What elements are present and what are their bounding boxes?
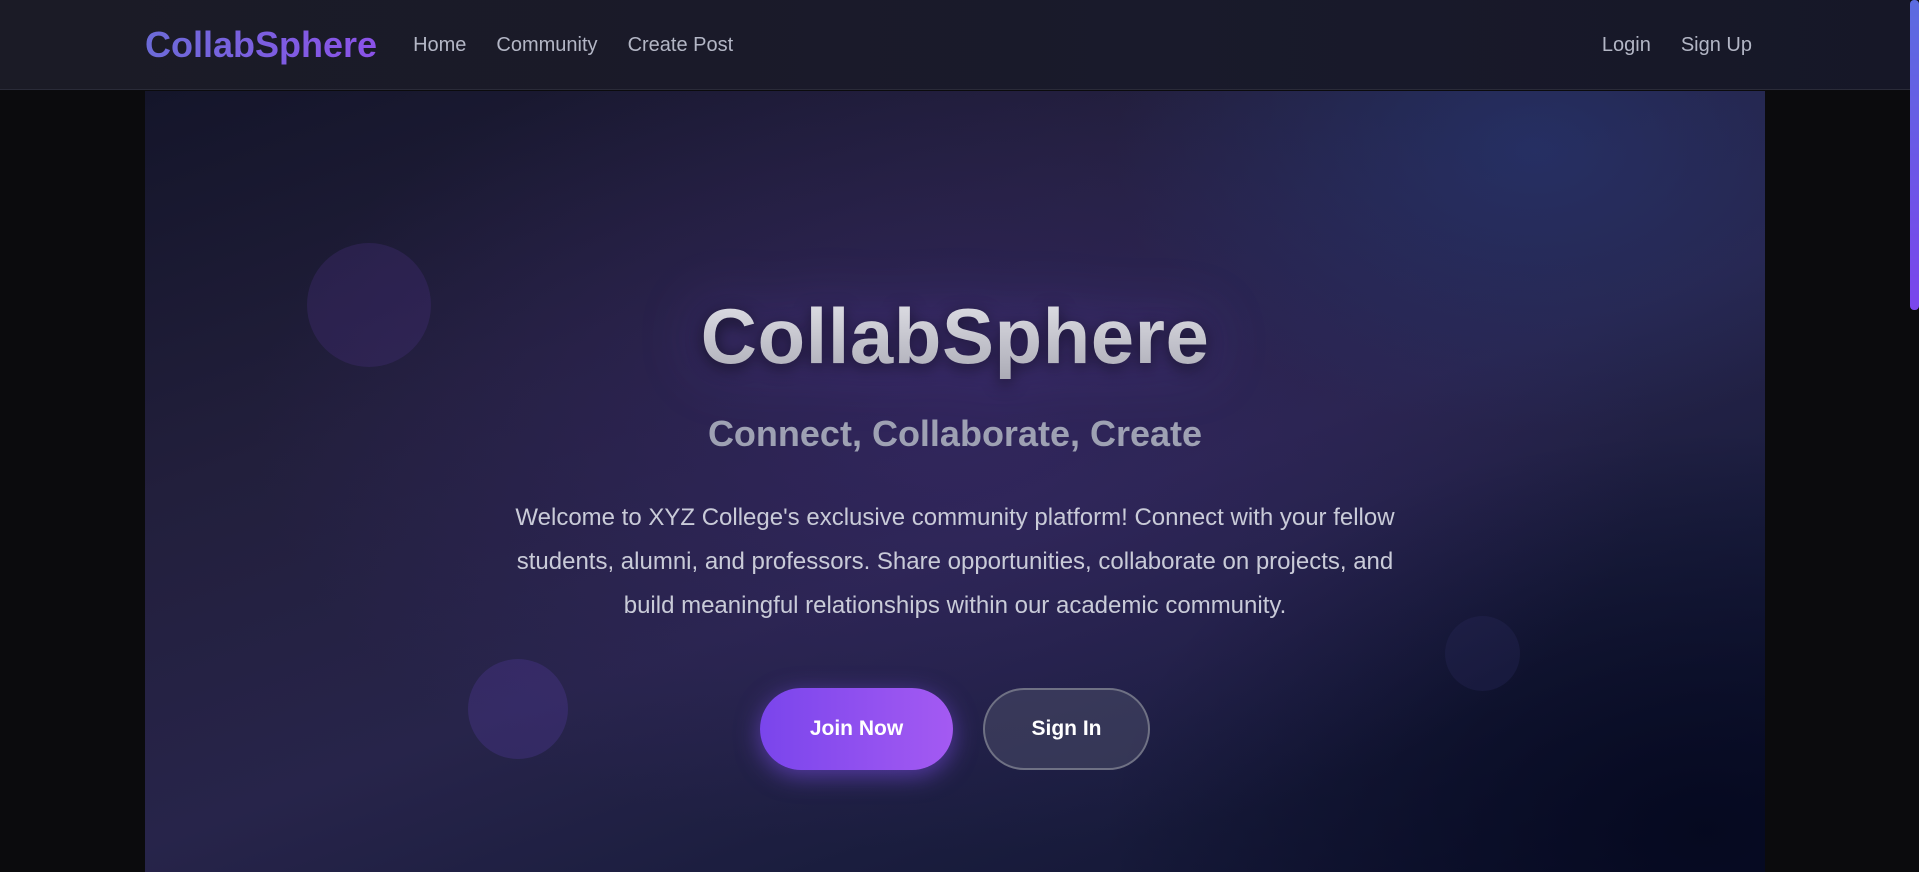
hero-description: Welcome to XYZ College's exclusive commu…: [515, 504, 1395, 619]
hero-title: CollabSphere: [145, 291, 1765, 382]
join-now-button[interactable]: Join Now: [760, 688, 953, 770]
navbar-inner: CollabSphere Home Community Create Post …: [145, 0, 1752, 90]
sign-in-button[interactable]: Sign In: [983, 688, 1150, 770]
login-link[interactable]: Login: [1602, 34, 1651, 57]
signup-link[interactable]: Sign Up: [1681, 34, 1752, 57]
hero-subtitle: Connect, Collaborate, Create: [707, 413, 1203, 454]
brand-logo[interactable]: CollabSphere: [145, 24, 377, 66]
nav-link-create-post[interactable]: Create Post: [628, 34, 734, 57]
page-scrollbar[interactable]: [1910, 0, 1919, 872]
hero-section: CollabSphere Connect, Collaborate, Creat…: [145, 91, 1765, 872]
scrollbar-thumb[interactable]: [1910, 0, 1919, 310]
decorative-circle: [468, 659, 568, 759]
top-navbar: CollabSphere Home Community Create Post …: [0, 0, 1919, 90]
nav-link-community[interactable]: Community: [496, 34, 597, 57]
decorative-circle: [1445, 616, 1520, 691]
auth-links: Login Sign Up: [1572, 34, 1752, 57]
nav-link-home[interactable]: Home: [413, 34, 466, 57]
